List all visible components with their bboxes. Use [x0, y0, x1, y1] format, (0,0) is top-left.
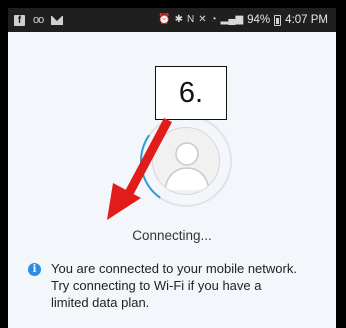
facebook-icon: f — [14, 14, 25, 26]
status-bar: f oo ⏰ ✱ N ✕ ◔ ▂▄▆ 94% 4:07 PM — [8, 8, 336, 32]
step-label: 6. — [178, 76, 204, 109]
status-bar-right: ⏰ ✱ N ✕ ◔ ▂▄▆ 94% 4:07 PM — [158, 14, 336, 26]
status-bar-left: f oo — [8, 14, 64, 26]
voicemail-icon: oo — [33, 14, 44, 26]
avatar-circle — [152, 127, 220, 195]
lte-signal-icon: ▂▄▆ — [220, 14, 244, 25]
mute-icon: ✕ — [198, 14, 207, 25]
battery-percent: 94% — [247, 14, 271, 26]
connecting-status: Connecting... — [132, 228, 212, 243]
notice-text: You are connected to your mobile network… — [51, 260, 297, 311]
person-silhouette-icon — [164, 142, 210, 191]
battery-icon — [274, 14, 282, 26]
avatar — [132, 107, 240, 215]
notice-line-1: You are connected to your mobile network… — [51, 261, 297, 276]
notice-line-3: limited data plan. — [51, 295, 150, 310]
info-icon: i — [28, 263, 41, 276]
mobile-network-notice: i You are connected to your mobile netwo… — [28, 260, 328, 311]
phone-screen: f oo ⏰ ✱ N ✕ ◔ ▂▄▆ 94% 4:07 PM Connectin… — [8, 8, 336, 328]
bluetooth-icon: ✱ — [174, 14, 183, 25]
nfc-icon: N — [187, 14, 195, 25]
step-label-box: 6. — [155, 66, 227, 120]
device-frame: f oo ⏰ ✱ N ✕ ◔ ▂▄▆ 94% 4:07 PM Connectin… — [0, 0, 346, 328]
email-icon — [51, 15, 64, 25]
wifi-icon: ◔ — [210, 14, 217, 25]
clock: 4:07 PM — [285, 14, 328, 26]
notice-line-2: Try connecting to Wi-Fi if you have a — [51, 278, 262, 293]
alarm-icon: ⏰ — [158, 14, 171, 25]
